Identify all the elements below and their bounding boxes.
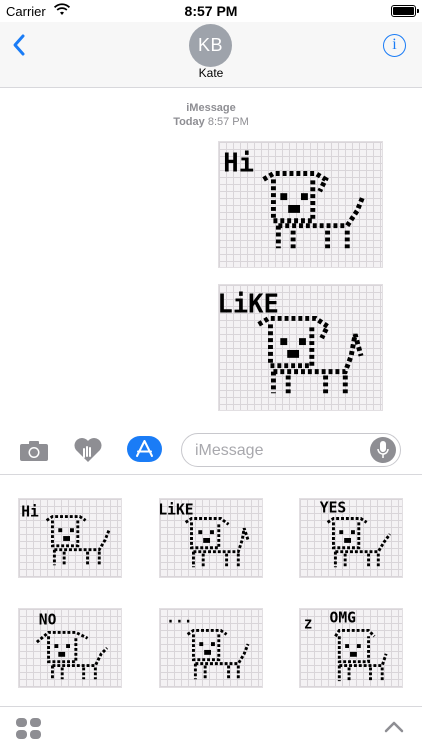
heart-touch-icon[interactable] xyxy=(73,437,103,463)
timestamp-day: Today xyxy=(173,116,205,128)
message-placeholder: iMessage xyxy=(195,442,264,459)
drawer-sticker-caption: OMG xyxy=(330,610,357,627)
camera-icon[interactable] xyxy=(19,440,49,462)
drawer-sticker[interactable]: YES xyxy=(299,498,403,578)
sent-sticker[interactable]: LiKE xyxy=(218,284,383,411)
message-input-bar: iMessage xyxy=(0,425,422,475)
dog-sticker-image: YES xyxy=(320,500,392,568)
drawer-sticker[interactable]: LiKE xyxy=(159,498,263,578)
chevron-left-icon[interactable] xyxy=(10,32,30,58)
sent-sticker[interactable]: Hi xyxy=(218,141,383,268)
contact-name[interactable]: Kate xyxy=(0,66,422,80)
drawer-sticker-caption: ... xyxy=(166,610,192,627)
drawer-sticker[interactable]: NO xyxy=(18,608,122,688)
drawer-sticker[interactable]: Z OMG xyxy=(299,608,403,688)
app-drawer-bar xyxy=(0,706,422,750)
status-bar: Carrier 8:57 PM xyxy=(0,0,422,22)
drawer-sticker-caption: NO xyxy=(39,612,57,629)
service-label: iMessage xyxy=(186,102,236,114)
sticker-drawer: Hi LiKE YES NO ... Z OMG xyxy=(0,476,422,706)
drawer-sticker[interactable]: Hi xyxy=(18,498,122,578)
dog-sticker-image: NO xyxy=(35,612,109,680)
sticker-caption: Hi xyxy=(223,149,254,179)
drawer-sticker[interactable]: ... xyxy=(159,608,263,688)
message-timestamp: Today 8:57 PM xyxy=(0,116,422,128)
battery-icon xyxy=(391,5,419,17)
dog-sticker-image: Hi xyxy=(21,504,111,566)
dog-sticker-image: Hi xyxy=(223,149,366,249)
drawer-sticker-caption: YES xyxy=(320,500,346,517)
info-icon[interactable]: i xyxy=(383,34,406,57)
app-drawer-icon[interactable] xyxy=(16,718,42,740)
dog-sticker-image: ... xyxy=(166,610,250,680)
app-store-icon[interactable] xyxy=(127,436,162,462)
conversation-header: KB Kate i xyxy=(0,22,422,88)
timestamp-time: 8:57 PM xyxy=(207,116,249,128)
drawer-sticker-caption: LiKE xyxy=(160,502,194,519)
drawer-sticker-caption: Hi xyxy=(21,504,39,521)
sticker-caption: LiKE xyxy=(219,290,279,320)
dog-sticker-image: LiKE xyxy=(160,502,250,568)
dog-sticker-image: LiKE xyxy=(219,290,364,394)
avatar[interactable]: KB xyxy=(189,24,232,67)
sleep-symbol: Z xyxy=(304,617,312,632)
status-time: 8:57 PM xyxy=(184,3,238,19)
message-input[interactable]: iMessage xyxy=(181,433,401,467)
dog-sticker-image: Z OMG xyxy=(304,610,388,682)
microphone-icon[interactable] xyxy=(370,437,396,463)
chevron-up-icon[interactable] xyxy=(384,721,404,733)
